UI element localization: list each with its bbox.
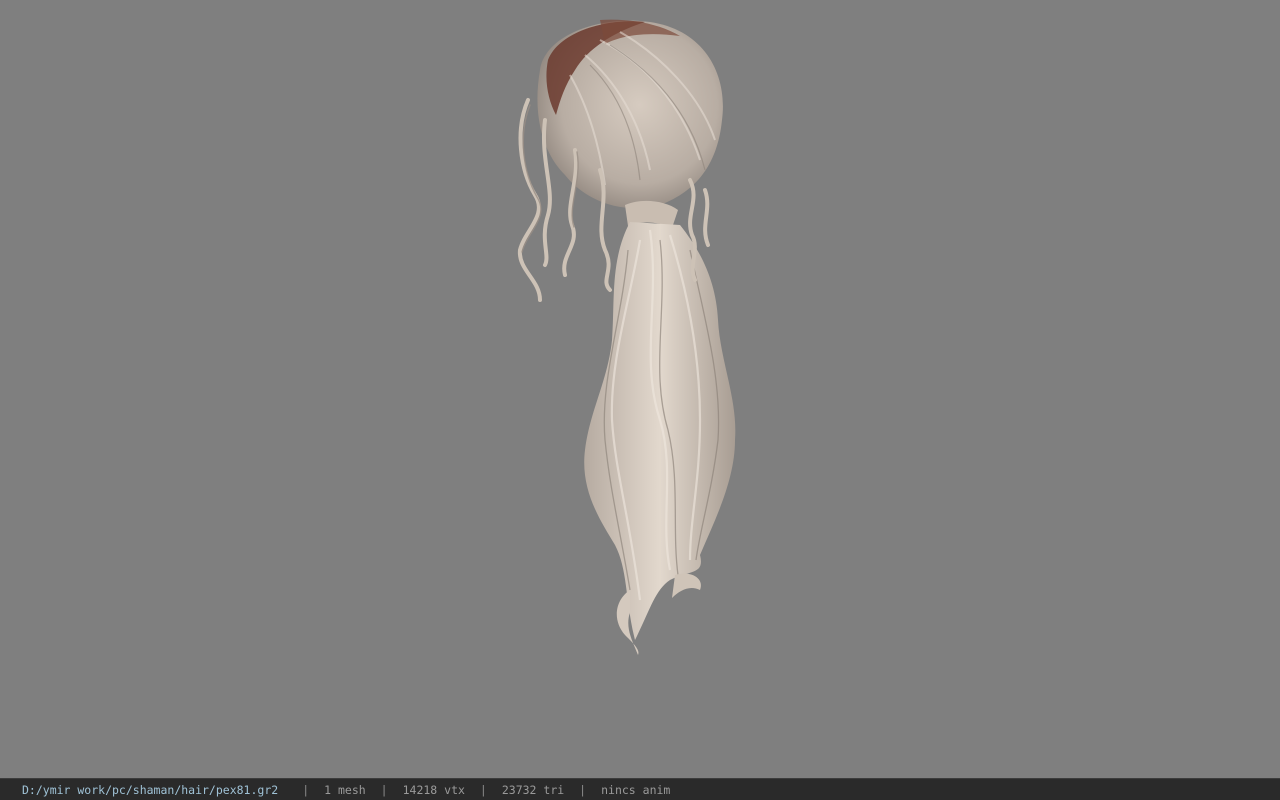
- 3d-viewport[interactable]: [0, 0, 1280, 778]
- animation-status: nincs anim: [601, 782, 671, 797]
- status-bar: D:/ymir work/pc/shaman/hair/pex81.gr2 | …: [0, 778, 1280, 800]
- triangle-count: 23732 tri: [501, 782, 565, 797]
- separator: |: [579, 782, 587, 797]
- vertex-count: 14218 vtx: [402, 782, 465, 797]
- hair-model: [517, 19, 736, 655]
- mesh-count: 1 mesh: [324, 782, 366, 797]
- separator: |: [380, 782, 388, 797]
- separator: |: [302, 782, 310, 797]
- separator: |: [479, 782, 487, 797]
- file-path: D:/ymir work/pc/shaman/hair/pex81.gr2: [22, 782, 279, 797]
